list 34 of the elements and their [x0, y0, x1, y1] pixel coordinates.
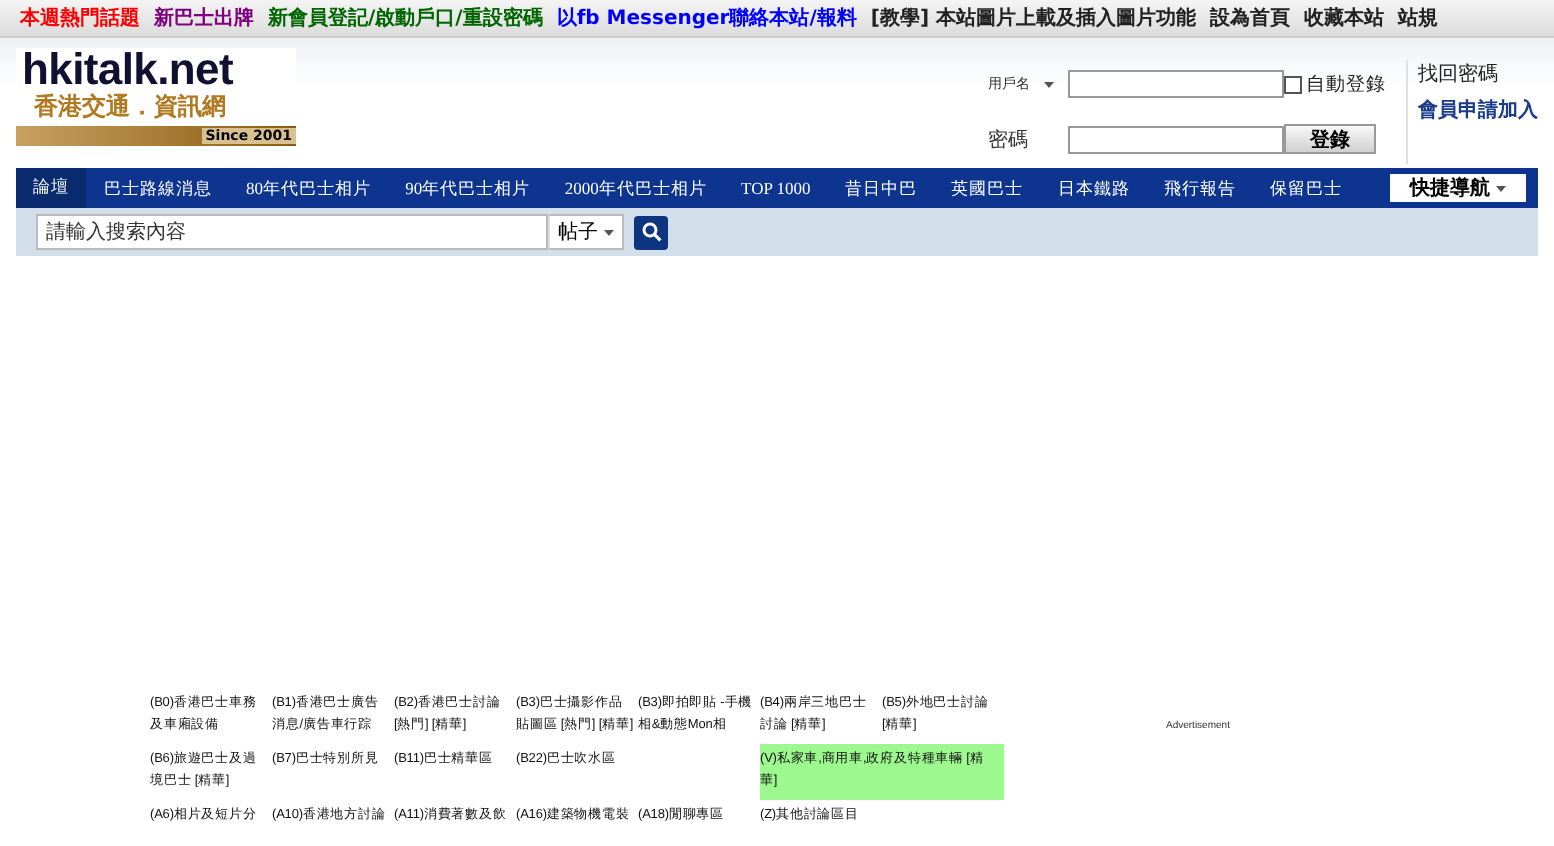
top-link[interactable]: 新會員登記/啟動戶口/重設密碼	[268, 4, 543, 32]
caret-icon	[1496, 185, 1506, 191]
top-link[interactable]: [教學] 本站圖片上載及插入圖片功能	[870, 4, 1196, 32]
remember-label: 自動登錄	[1306, 71, 1386, 97]
password-field[interactable]	[1068, 125, 1284, 153]
nav-tab[interactable]: 巴士路線消息	[86, 168, 229, 208]
remember-checkbox[interactable]	[1284, 75, 1302, 93]
nav-tab[interactable]: 英國巴士	[934, 168, 1041, 208]
top-link[interactable]: 設為首頁	[1210, 4, 1290, 32]
top-link[interactable]: 以fb Messenger聯絡本站/報料	[556, 4, 857, 32]
search-button[interactable]	[634, 215, 668, 249]
password-label: 密碼	[988, 127, 1030, 153]
nav-tab[interactable]: 日本鐵路	[1040, 168, 1147, 208]
username-field[interactable]	[1068, 70, 1284, 98]
nav-tab[interactable]: TOP 1000	[723, 168, 828, 208]
quick-nav-button[interactable]: 快捷導航	[1390, 174, 1526, 202]
search-icon	[641, 222, 661, 242]
nav-tab[interactable]: 90年代巴士相片	[388, 168, 548, 208]
search-field[interactable]: 請輸入搜索內容	[36, 214, 548, 250]
nav-tab[interactable]: 昔日中巴	[827, 168, 935, 208]
login-button[interactable]: 登錄	[1284, 124, 1376, 154]
search-scope-dropdown[interactable]: 帖子	[548, 214, 624, 250]
register-link[interactable]: 會員申請加入	[1418, 96, 1538, 124]
top-link[interactable]: 新巴士出牌	[154, 4, 254, 32]
caret-icon	[604, 229, 614, 236]
nav-tab[interactable]: 飛行報告	[1146, 168, 1254, 208]
nav-tab[interactable]: 論壇	[16, 168, 87, 208]
nav-tab[interactable]: 80年代巴士相片	[228, 168, 389, 208]
nav-tab[interactable]: 保留巴士	[1253, 168, 1360, 208]
top-link[interactable]: 站規	[1398, 4, 1438, 32]
nav-tab[interactable]: 2000年代巴士相片	[547, 168, 724, 208]
forgot-password-link[interactable]: 找回密碼	[1418, 60, 1538, 88]
caret-icon	[1044, 81, 1054, 87]
top-link[interactable]: 收藏本站	[1304, 4, 1384, 32]
